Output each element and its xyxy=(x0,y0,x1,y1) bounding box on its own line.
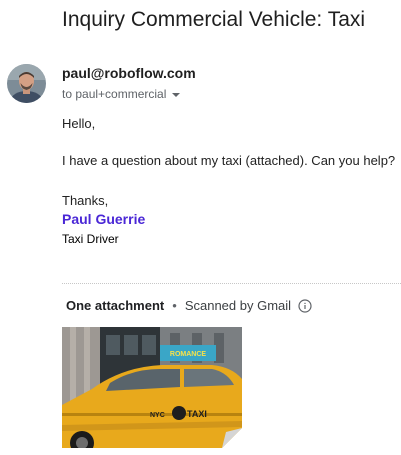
email-closing: Thanks, xyxy=(62,193,109,208)
recipient-details-toggle[interactable]: to paul+commercial xyxy=(62,87,181,101)
avatar[interactable] xyxy=(7,64,46,103)
taxi-logo-text: TAXI xyxy=(187,409,207,419)
taxi-nyc-text: NYC xyxy=(150,412,165,419)
attachment-image-thumbnail[interactable]: ROMANCE NYC TAXI xyxy=(62,327,242,448)
signature-name: Paul Guerrie xyxy=(62,211,146,227)
attachment-count: One attachment xyxy=(66,298,165,313)
email-greeting: Hello, xyxy=(62,116,96,131)
sender-email[interactable]: paul@roboflow.com xyxy=(62,65,196,81)
scan-label: Scanned by Gmail xyxy=(184,298,292,313)
email-message: I have a question about my taxi (attache… xyxy=(62,153,396,168)
email-subject: Inquiry Commercial Vehicle: Taxi xyxy=(62,8,366,31)
chevron-down-icon[interactable] xyxy=(172,92,181,97)
separator-dot: • xyxy=(172,298,177,313)
taxi-roof-sign-text: ROMANCE xyxy=(170,351,206,358)
signature-title: Taxi Driver xyxy=(62,232,119,246)
attachments-header: One attachment • Scanned by Gmail xyxy=(66,298,312,313)
info-icon[interactable] xyxy=(298,298,312,313)
attachments-divider xyxy=(62,283,401,284)
recipient-label: to paul+commercial xyxy=(62,87,167,101)
